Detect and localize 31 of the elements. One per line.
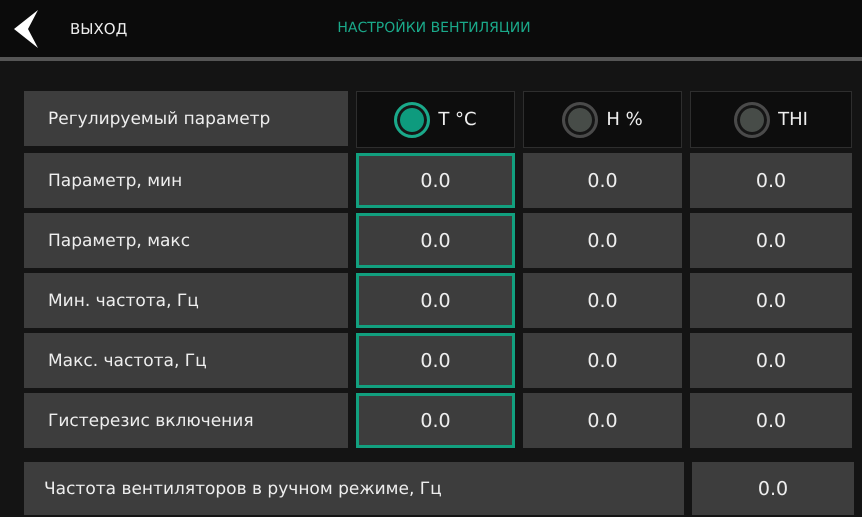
value-field[interactable]: 0.0 — [690, 273, 852, 328]
mode-radio-option[interactable]: H % — [523, 91, 682, 148]
value-field[interactable]: 0.0 — [356, 273, 515, 328]
value-field[interactable]: 0.0 — [690, 213, 852, 268]
radio-icon — [734, 102, 770, 138]
row-label: Параметр, мин — [24, 153, 348, 208]
value-field[interactable]: 0.0 — [356, 393, 515, 448]
value-field[interactable]: 0.0 — [356, 213, 515, 268]
value-field[interactable]: 0.0 — [356, 333, 515, 388]
row-label: Регулируемый параметр — [24, 91, 348, 146]
row-label: Гистерезис включения — [24, 393, 348, 448]
value-field[interactable]: 0.0 — [523, 273, 682, 328]
value-field[interactable]: 0.0 — [523, 333, 682, 388]
mode-radio-option[interactable]: THI — [690, 91, 852, 148]
row-label: Частота вентиляторов в ручном режиме, Гц — [24, 462, 684, 515]
value-field[interactable]: 0.0 — [692, 462, 854, 515]
screen-title: НАСТРОЙКИ ВЕНТИЛЯЦИИ — [337, 20, 531, 36]
row-label: Макс. частота, Гц — [24, 333, 348, 388]
back-button[interactable]: ВЫХОД — [0, 6, 134, 50]
radio-icon — [394, 102, 430, 138]
value-field[interactable]: 0.0 — [356, 153, 515, 208]
value-field[interactable]: 0.0 — [523, 393, 682, 448]
value-field[interactable]: 0.0 — [690, 333, 852, 388]
value-field[interactable]: 0.0 — [523, 213, 682, 268]
value-field[interactable]: 0.0 — [690, 393, 852, 448]
mode-radio-option[interactable]: T °C — [356, 91, 515, 148]
radio-icon — [562, 102, 598, 138]
row-label: Параметр, макс — [24, 213, 348, 268]
row-label: Мин. частота, Гц — [24, 273, 348, 328]
value-field[interactable]: 0.0 — [523, 153, 682, 208]
value-field[interactable]: 0.0 — [690, 153, 852, 208]
